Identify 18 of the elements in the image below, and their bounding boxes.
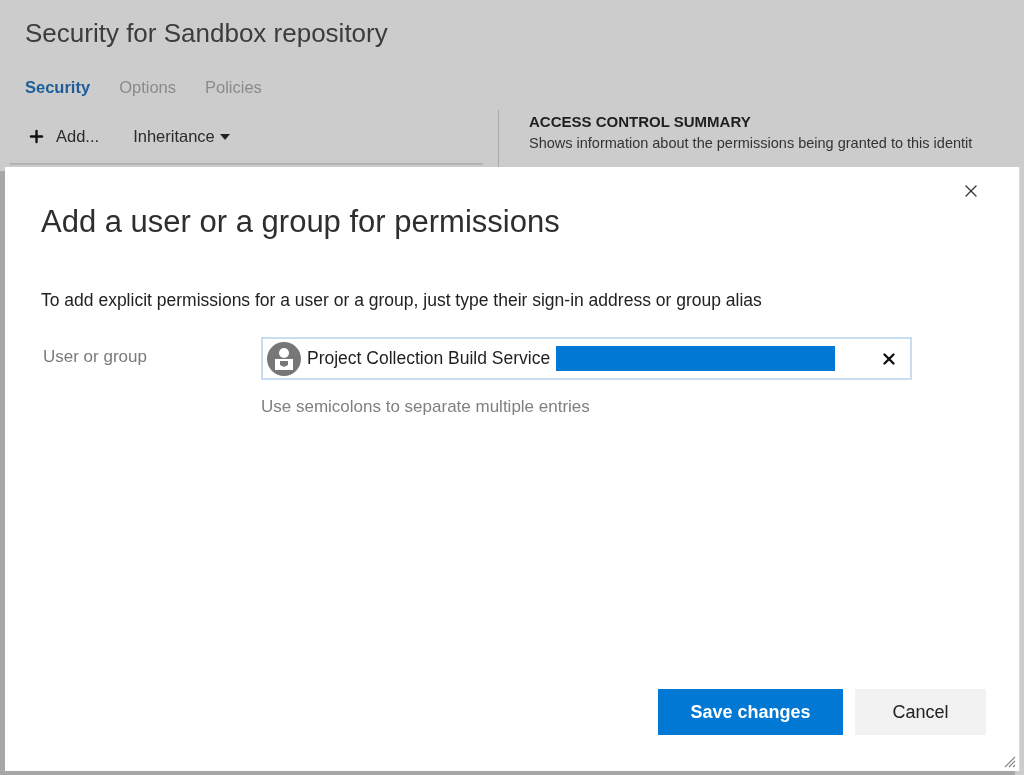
field-label: User or group — [43, 346, 148, 368]
user-avatar-icon — [267, 341, 301, 376]
save-button[interactable]: Save changes — [658, 689, 843, 735]
cancel-button[interactable]: Cancel — [855, 689, 986, 735]
page-title: Security for Sandbox repository — [25, 17, 389, 49]
resize-grip-icon[interactable] — [1004, 756, 1016, 768]
add-button[interactable]: Add... — [27, 127, 100, 146]
instructions-text: To add explicit permissions for a user or a group, just type their sign-in address or group alias — [41, 289, 763, 312]
dialog-title: Add a user or a group for permissions — [41, 203, 561, 241]
caret-icon — [219, 133, 230, 140]
user-picker-field[interactable]: Project Collection Build Service — [261, 337, 912, 380]
section-description: Shows information about the permissions being granted to this identit — [529, 134, 974, 153]
field-hint: Use semicolons to separate multiple entries — [261, 396, 591, 418]
inheritance-menu[interactable]: Inheritance — [133, 127, 230, 146]
tab[interactable]: Security — [25, 76, 91, 98]
plus-icon — [27, 127, 46, 146]
section-heading: ACCESS CONTROL SUMMARY — [529, 112, 752, 132]
token-text: Project Collection Build Service — [307, 348, 551, 369]
